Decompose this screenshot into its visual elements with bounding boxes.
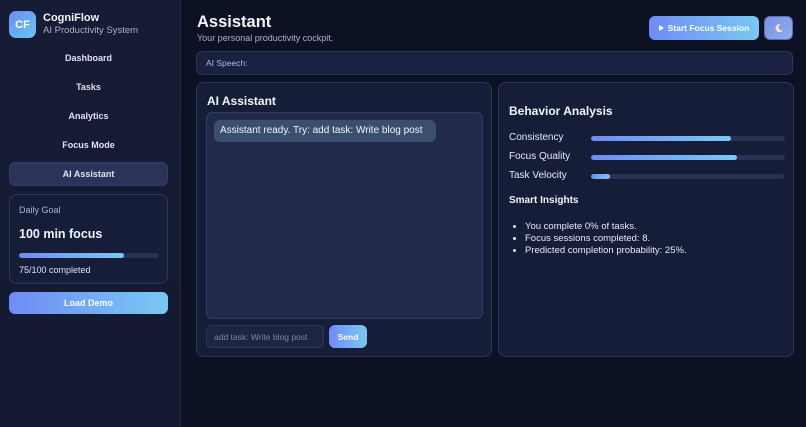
sidebar-item-ai-assistant[interactable]: AI Assistant bbox=[9, 162, 168, 186]
start-focus-session-button[interactable]: Start Focus Session bbox=[649, 16, 759, 40]
goal-progress-fill bbox=[19, 253, 124, 258]
goal-progress-bar bbox=[19, 253, 159, 258]
insights-list: You complete 0% of tasks. Focus sessions… bbox=[525, 221, 687, 257]
page-title: Assistant bbox=[197, 13, 272, 31]
page-subtitle: Your personal productivity cockpit. bbox=[197, 33, 334, 43]
metric-bar-fill bbox=[591, 155, 737, 160]
chat-log[interactable]: Assistant ready. Try: add task: Write bl… bbox=[206, 112, 483, 319]
brand: CF CogniFlow AI Productivity System bbox=[9, 11, 138, 38]
metric-focus-quality: Focus Quality bbox=[509, 151, 785, 165]
play-icon bbox=[658, 25, 664, 31]
goal-label: Daily Goal bbox=[19, 205, 61, 215]
behavior-title: Behavior Analysis bbox=[509, 104, 613, 118]
smart-insights-title: Smart Insights bbox=[509, 195, 579, 206]
daily-goal-card: Daily Goal 100 min focus 75/100 complete… bbox=[9, 194, 168, 284]
metric-bar bbox=[591, 136, 785, 141]
sidebar-item-focus-mode[interactable]: Focus Mode bbox=[9, 133, 168, 157]
goal-caption: 75/100 completed bbox=[19, 265, 91, 275]
logo: CF bbox=[9, 11, 36, 38]
sidebar-nav: Dashboard Tasks Analytics Focus Mode AI … bbox=[9, 46, 168, 191]
ai-speech-bar: AI Speech: bbox=[196, 51, 793, 75]
sidebar-item-tasks[interactable]: Tasks bbox=[9, 75, 168, 99]
send-button[interactable]: Send bbox=[329, 325, 367, 348]
metric-label: Task Velocity bbox=[509, 170, 567, 181]
brand-subtitle: AI Productivity System bbox=[43, 25, 139, 36]
chat-input[interactable] bbox=[206, 325, 324, 348]
assistant-message: Assistant ready. Try: add task: Write bl… bbox=[214, 120, 436, 142]
metric-label: Focus Quality bbox=[509, 151, 571, 162]
metric-bar-fill bbox=[591, 136, 731, 141]
sidebar-item-dashboard[interactable]: Dashboard bbox=[9, 46, 168, 70]
sidebar: CF CogniFlow AI Productivity System Dash… bbox=[0, 0, 181, 427]
metric-task-velocity: Task Velocity bbox=[509, 170, 785, 184]
sidebar-item-analytics[interactable]: Analytics bbox=[9, 104, 168, 128]
main-content: Assistant Your personal productivity coc… bbox=[181, 0, 806, 427]
ai-speech-label: AI Speech: bbox=[206, 58, 248, 68]
insight-item: Focus sessions completed: 8. bbox=[525, 233, 687, 245]
moon-icon bbox=[774, 24, 783, 33]
insight-item: Predicted completion probability: 25%. bbox=[525, 245, 687, 257]
brand-name: CogniFlow bbox=[43, 12, 100, 24]
behavior-analysis-panel: Behavior Analysis Consistency Focus Qual… bbox=[498, 82, 794, 357]
insight-item: You complete 0% of tasks. bbox=[525, 221, 687, 233]
load-demo-button[interactable]: Load Demo bbox=[9, 292, 168, 314]
metric-consistency: Consistency bbox=[509, 132, 785, 146]
metric-label: Consistency bbox=[509, 132, 564, 143]
metric-bar bbox=[591, 174, 785, 179]
ai-assistant-panel: AI Assistant Assistant ready. Try: add t… bbox=[196, 82, 492, 357]
metric-bar-fill bbox=[591, 174, 611, 179]
assistant-title: AI Assistant bbox=[207, 94, 276, 108]
theme-toggle-button[interactable] bbox=[764, 16, 793, 40]
metric-bar bbox=[591, 155, 785, 160]
focus-button-label: Start Focus Session bbox=[667, 23, 750, 33]
goal-value: 100 min focus bbox=[19, 227, 103, 241]
